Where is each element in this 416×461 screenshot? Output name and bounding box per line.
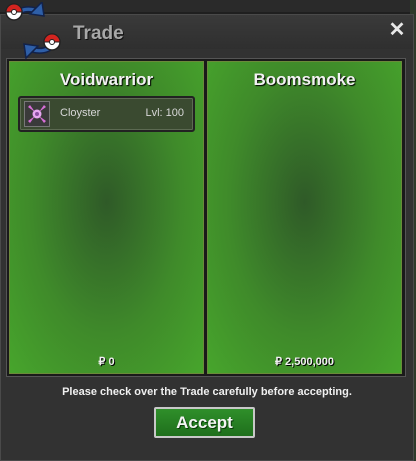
item-level: Lvl: 100 bbox=[145, 107, 184, 119]
right-trade-panel: Boomsmoke ₽ 2,500,000 bbox=[207, 61, 402, 374]
trade-window: Trade ✕ Voidwarrior Cloyster Lvl: 100 ₽ … bbox=[0, 14, 414, 461]
left-money: ₽ 0 bbox=[98, 356, 115, 368]
cloyster-icon bbox=[24, 101, 50, 127]
left-trade-panel: Voidwarrior Cloyster Lvl: 100 ₽ 0 bbox=[9, 61, 204, 374]
right-player-name: Boomsmoke bbox=[253, 70, 356, 89]
trade-item-slot[interactable]: Cloyster Lvl: 100 bbox=[18, 96, 195, 132]
left-player-name: Voidwarrior bbox=[59, 70, 154, 89]
trade-swap-logo-icon bbox=[5, 2, 61, 60]
window-title: Trade bbox=[73, 23, 124, 44]
trade-notice: Please check over the Trade carefully be… bbox=[62, 386, 352, 398]
trade-panels: Voidwarrior Cloyster Lvl: 100 ₽ 0 Boomsm… bbox=[6, 58, 406, 377]
right-money: ₽ 2,500,000 bbox=[275, 356, 334, 368]
accept-button[interactable]: Accept bbox=[154, 407, 255, 438]
close-button[interactable]: ✕ bbox=[387, 20, 407, 40]
item-name: Cloyster bbox=[60, 107, 101, 119]
